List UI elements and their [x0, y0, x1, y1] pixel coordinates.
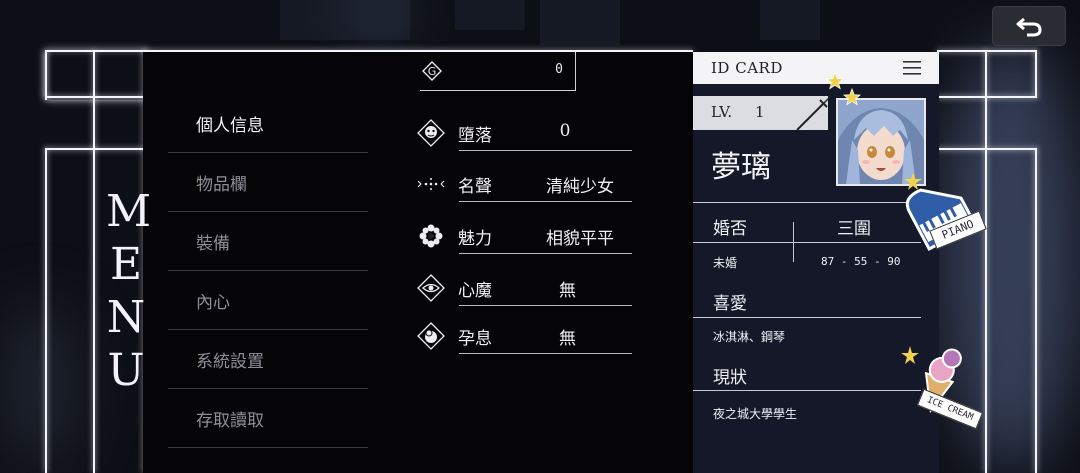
menu-letter: U — [107, 345, 145, 396]
stat-label: 墮落 — [458, 126, 492, 146]
stat-label: 魅力 — [458, 229, 492, 249]
menu-icon[interactable] — [903, 61, 921, 75]
level-label: LV. — [711, 103, 733, 121]
frame-line — [937, 96, 1037, 98]
hobby-value: 冰淇淋、鋼琴 — [713, 330, 786, 344]
frame-line — [985, 50, 987, 473]
stat-row: 名聲 清純少女 — [415, 166, 635, 206]
measure-label: 三圍 — [837, 219, 871, 239]
frame-line — [45, 96, 145, 98]
frame-line — [45, 50, 47, 98]
menu-letter: N — [106, 292, 146, 343]
frame-line — [93, 148, 95, 473]
sidebar-item-label: 存取讀取 — [196, 411, 264, 431]
stat-row: 心魔 無 — [415, 270, 635, 310]
fallen-face-icon — [417, 119, 445, 147]
divider — [459, 253, 632, 254]
sidebar-item-label: 物品欄 — [196, 175, 247, 195]
frame-line — [937, 148, 1037, 150]
stat-label: 心魔 — [458, 281, 492, 301]
back-button[interactable] — [992, 6, 1066, 46]
frame-line — [1035, 148, 1037, 473]
piano-sticker: PIANO — [903, 168, 987, 254]
id-card-header: ID CARD — [693, 52, 939, 84]
stat-row: 孕息 無 — [415, 318, 635, 358]
frame-line — [45, 148, 47, 473]
gold-counter: G 0 — [420, 52, 576, 91]
sword-icon — [796, 96, 831, 131]
sidebar-item-label: 內心 — [196, 293, 230, 313]
stat-value: 0 — [559, 121, 571, 141]
id-card-title: ID CARD — [711, 59, 783, 77]
marriage-label: 婚否 — [713, 219, 747, 239]
icecream-sticker: ICE CREAM — [900, 342, 984, 430]
flower-icon — [419, 224, 443, 248]
sidebar-item-inventory[interactable]: 物品欄 — [168, 154, 368, 212]
eye-icon — [417, 274, 445, 302]
undo-arrow-icon — [1016, 17, 1042, 37]
gold-value: 0 — [555, 62, 563, 77]
stat-row: 魅力 相貌平平 — [415, 218, 635, 258]
divider — [459, 305, 632, 306]
sidebar-item-heart[interactable]: 內心 — [168, 272, 368, 330]
divider — [459, 150, 632, 151]
menu-title: M E N U — [106, 185, 152, 397]
sidebar-item-label: 個人信息 — [196, 116, 264, 136]
menu-letter: E — [109, 239, 143, 290]
character-name: 夢璃 — [711, 150, 771, 185]
stat-row: 墮落 0 — [415, 115, 635, 155]
stat-value: 無 — [559, 329, 576, 349]
divider — [693, 390, 921, 391]
divider — [459, 201, 632, 202]
divider — [693, 317, 921, 318]
measure-value: 87 - 55 - 90 — [821, 255, 901, 268]
sidebar-item-label: 裝備 — [196, 234, 230, 254]
frame-line — [937, 50, 1037, 52]
stat-label: 孕息 — [458, 329, 492, 349]
star-icon — [843, 88, 861, 106]
stat-value: 清純少女 — [546, 177, 614, 197]
gold-icon: G — [422, 61, 442, 81]
divider — [459, 353, 632, 354]
menu-letter: M — [106, 186, 152, 237]
egg-icon — [417, 322, 445, 350]
frame-line — [93, 50, 95, 150]
divider — [693, 242, 921, 243]
status-value: 夜之城大學學生 — [713, 407, 798, 421]
stat-value: 相貌平平 — [546, 229, 614, 249]
status-label: 現狀 — [713, 368, 747, 388]
sidebar-item-equipment[interactable]: 裝備 — [168, 213, 368, 271]
level-value: 1 — [755, 103, 765, 121]
hobby-label: 喜愛 — [713, 294, 747, 314]
marriage-value: 未婚 — [713, 256, 738, 270]
frame-left-box — [45, 50, 147, 100]
frame-line — [45, 148, 145, 150]
stat-value: 無 — [559, 281, 576, 301]
star-icon — [826, 72, 844, 90]
frame-line — [1035, 50, 1037, 98]
sidebar-item-save-load[interactable]: 存取讀取 — [168, 390, 368, 448]
sidebar-item-profile[interactable]: 個人信息 — [168, 95, 368, 153]
stat-label: 名聲 — [458, 177, 492, 197]
dots-icon — [417, 178, 445, 190]
sidebar-item-label: 系統設置 — [196, 352, 264, 372]
sidebar-item-settings[interactable]: 系統設置 — [168, 331, 368, 389]
svg-text:G: G — [428, 65, 437, 78]
